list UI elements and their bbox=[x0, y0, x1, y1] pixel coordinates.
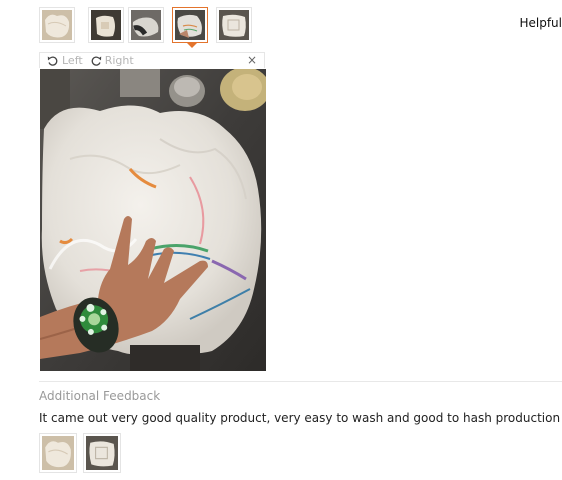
section-divider bbox=[39, 381, 562, 382]
rotate-left-label: Left bbox=[62, 54, 83, 67]
photo-thumbnail-icon bbox=[86, 436, 118, 470]
rotate-right-button[interactable]: Right bbox=[90, 54, 134, 67]
additional-feedback-title: Additional Feedback bbox=[39, 389, 161, 403]
photo-thumbnail-icon bbox=[42, 10, 72, 40]
helpful-label[interactable]: Helpful bbox=[519, 16, 562, 30]
review-thumbnail-2[interactable] bbox=[88, 7, 124, 43]
rotate-left-icon bbox=[47, 55, 58, 66]
photo-thumbnail-icon bbox=[131, 10, 161, 40]
rotate-left-button[interactable]: Left bbox=[47, 54, 83, 67]
large-photo-hand-holding-bag-icon bbox=[40, 69, 266, 371]
photo-thumbnail-icon bbox=[175, 10, 205, 40]
review-thumbnail-3[interactable] bbox=[128, 7, 164, 43]
review-photo-viewer: Helpful Left Right × Additional Feedback… bbox=[0, 0, 562, 480]
feedback-thumbnail-2[interactable] bbox=[83, 433, 121, 473]
feedback-thumbnail-1[interactable] bbox=[39, 433, 77, 473]
enlarged-review-photo bbox=[40, 69, 266, 371]
photo-thumbnail-icon bbox=[219, 10, 249, 40]
additional-feedback-text: It came out very good quality product, v… bbox=[39, 411, 561, 425]
review-thumbnail-5[interactable] bbox=[216, 7, 252, 43]
close-icon[interactable]: × bbox=[247, 53, 257, 68]
review-thumbnail-4-selected[interactable] bbox=[172, 7, 208, 48]
review-thumbnail-1[interactable] bbox=[39, 7, 75, 43]
rotate-right-label: Right bbox=[104, 54, 134, 67]
photo-thumbnail-icon bbox=[42, 436, 74, 470]
photo-thumbnail-icon bbox=[91, 10, 121, 40]
photo-viewer-toolbar: Left Right × bbox=[39, 52, 265, 68]
rotate-right-icon bbox=[91, 55, 101, 66]
